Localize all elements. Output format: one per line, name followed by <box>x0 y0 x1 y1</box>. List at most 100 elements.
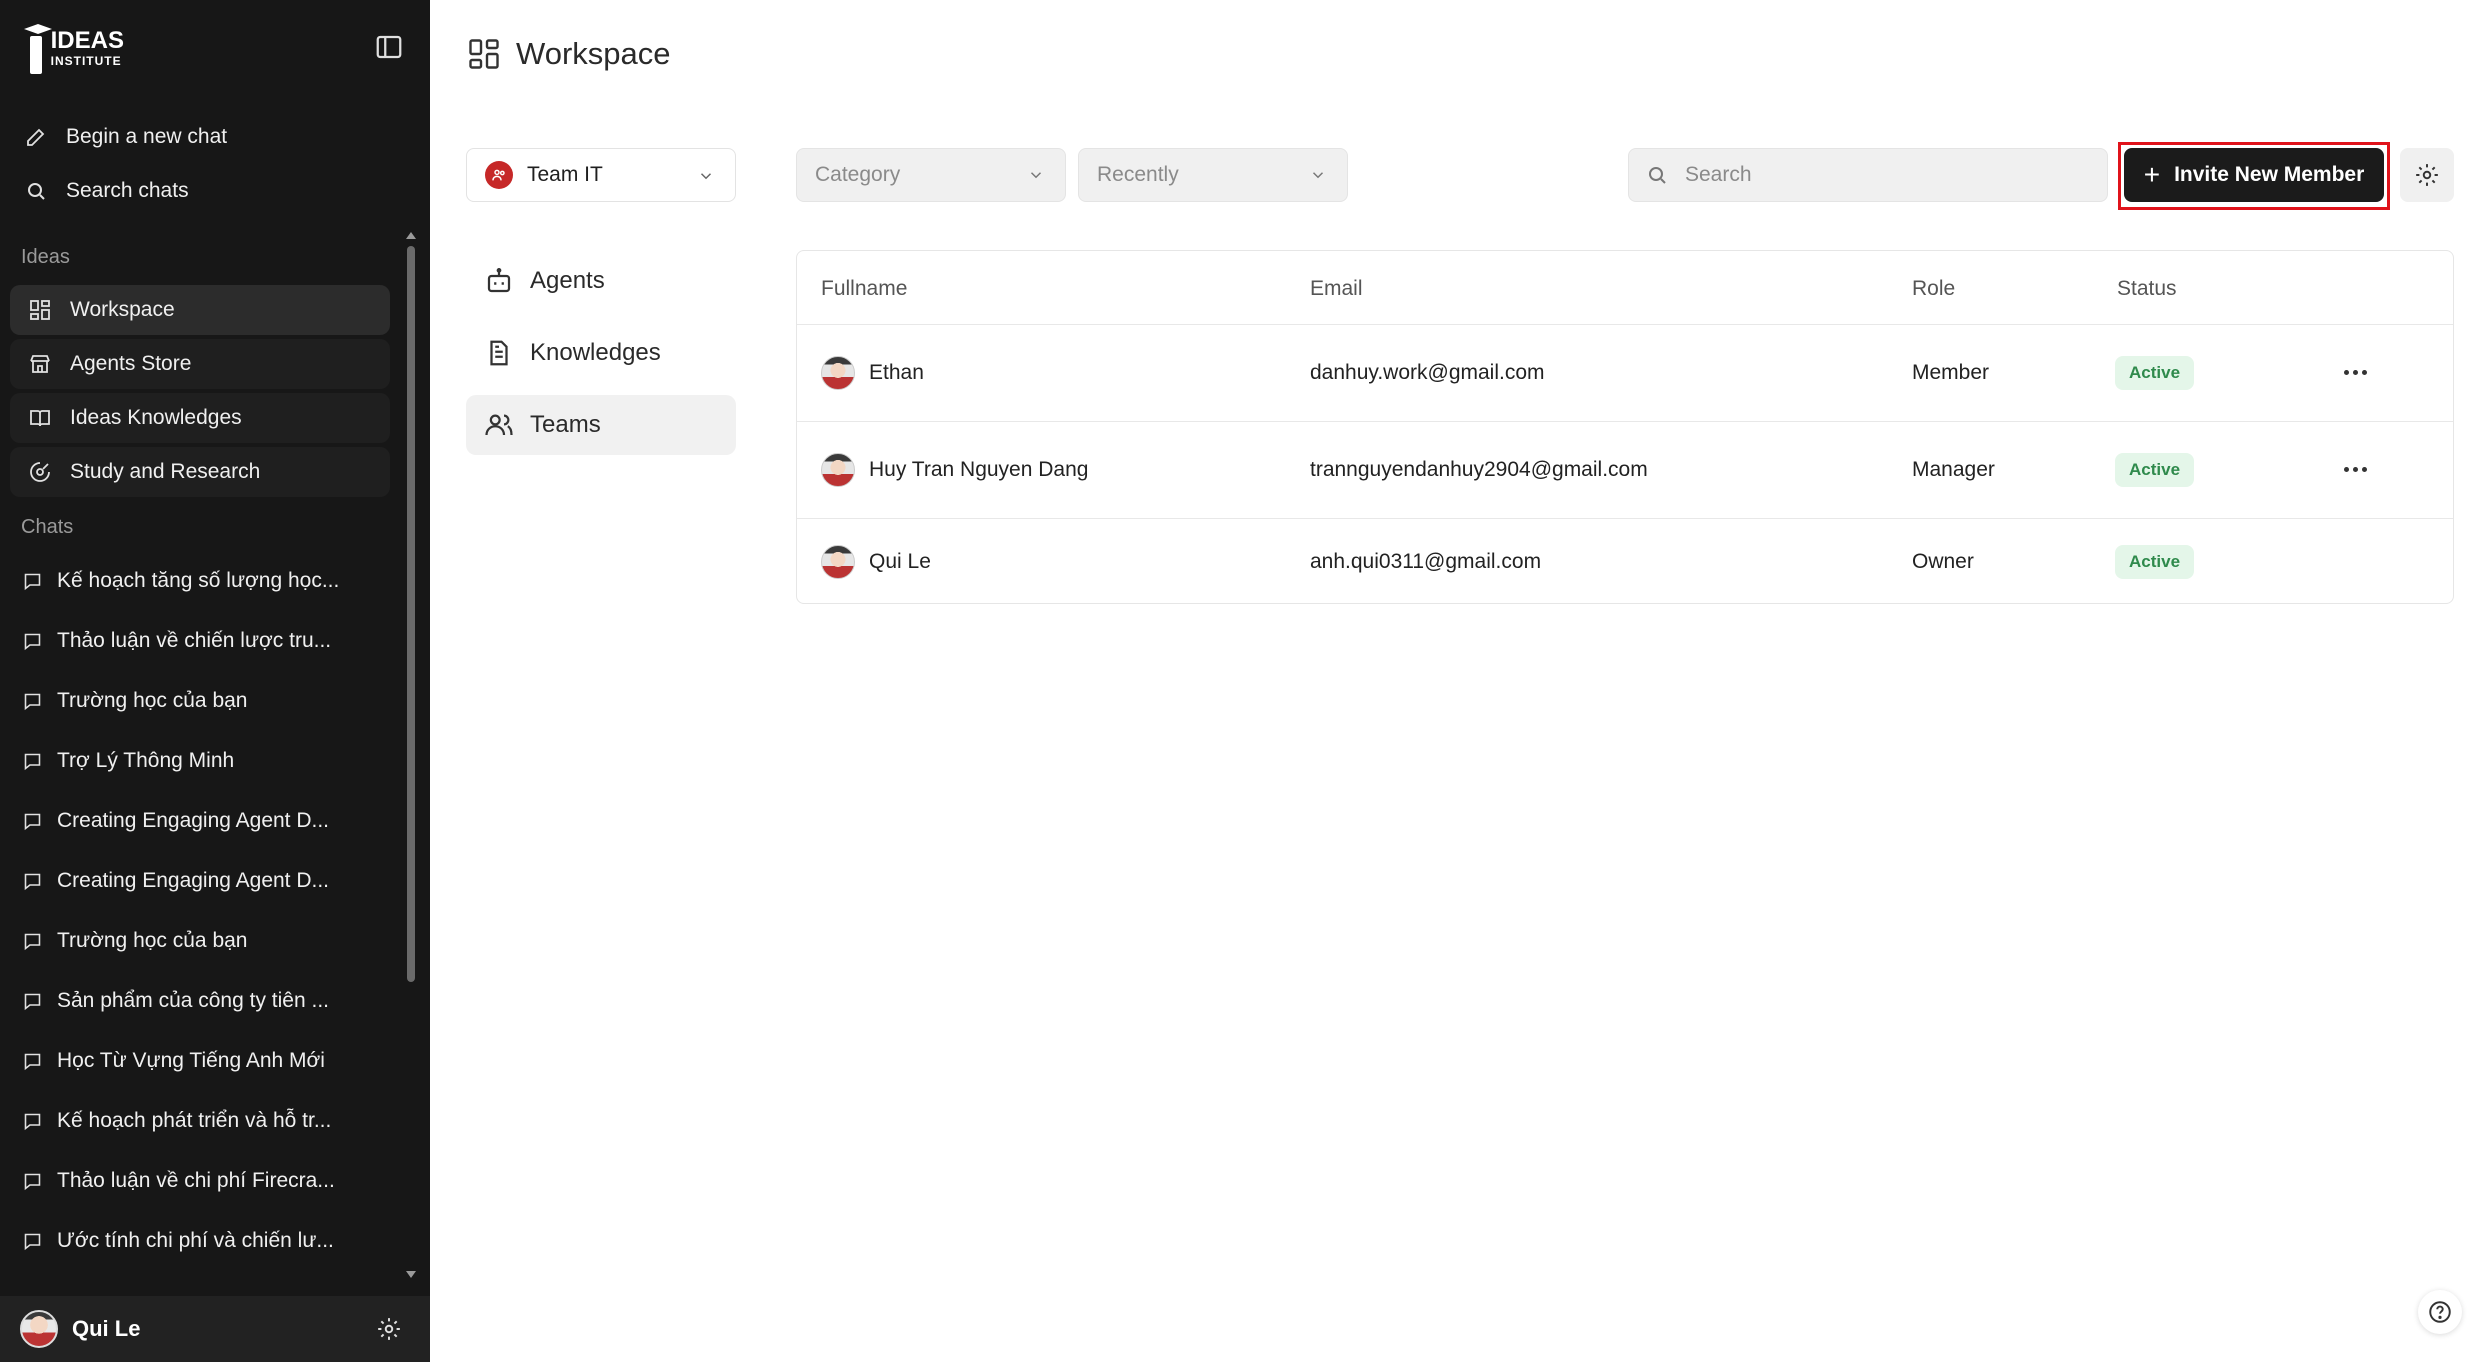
column-header-fullname: Fullname <box>821 277 908 300</box>
sidebar-item-ideas-knowledges[interactable]: Ideas Knowledges <box>10 393 390 443</box>
chat-title: Thảo luận về chiến lược tru... <box>57 629 332 652</box>
page-title: Workspace <box>516 36 671 71</box>
gear-icon <box>2416 164 2438 186</box>
store-icon <box>30 355 50 373</box>
grid-icon <box>30 300 50 320</box>
avatar <box>821 452 855 487</box>
member-role: Manager <box>1912 457 1995 481</box>
search-chats-label: Search chats <box>66 179 189 202</box>
chat-list-item[interactable]: Sản phẩm của công ty tiên ... <box>22 981 342 1021</box>
help-button[interactable] <box>2418 1290 2462 1334</box>
member-email: trannguyendanhuy2904@gmail.com <box>1310 457 1648 481</box>
settings-button[interactable] <box>2400 148 2454 202</box>
sidebar-toggle-icon[interactable] <box>374 32 406 64</box>
chat-title: Học Từ Vựng Tiếng Anh Mới <box>57 1049 325 1072</box>
user-profile-bar[interactable]: Qui Le <box>0 1296 430 1362</box>
table-row[interactable]: Qui Le anh.qui0311@gmail.com Owner Activ… <box>797 518 2453 604</box>
new-chat-button[interactable]: Begin a new chat <box>24 117 227 157</box>
sidebar-item-study-and-research[interactable]: Study and Research <box>10 447 390 497</box>
chat-title: Trường học của bạn <box>57 689 248 712</box>
search-input[interactable] <box>1685 163 2065 187</box>
sidebar-item-label: Workspace <box>70 298 175 321</box>
logo-line2: INSTITUTE <box>50 54 122 68</box>
chat-list-item[interactable]: Creating Engaging Agent D... <box>22 801 342 841</box>
sidebar-scrollbar[interactable] <box>405 230 417 1280</box>
status-badge: Active <box>2115 544 2195 579</box>
scroll-down-icon[interactable] <box>406 1271 416 1278</box>
chat-bubble-icon <box>24 873 41 890</box>
chat-list-item[interactable]: Kế hoạch tăng số lượng học... <box>22 561 342 601</box>
chat-list-item[interactable]: Creating Engaging Agent D... <box>22 861 342 901</box>
status-badge: Active <box>2115 355 2195 390</box>
column-header-email: Email <box>1310 277 1363 300</box>
search-chats-button[interactable]: Search chats <box>24 171 189 211</box>
more-options-icon[interactable] <box>2337 361 2373 385</box>
chat-title: Creating Engaging Agent D... <box>57 869 330 892</box>
chat-title: Kế hoạch phát triển và hỗ tr... <box>57 1109 332 1132</box>
chat-bubble-icon <box>24 573 41 590</box>
pencil-icon <box>27 128 45 146</box>
chat-title: Ước tính chi phí và chiến lư... <box>57 1229 334 1252</box>
member-email: danhuy.work@gmail.com <box>1310 360 1545 384</box>
more-options-icon[interactable] <box>2337 458 2373 482</box>
tab-label: Knowledges <box>530 339 661 366</box>
chat-list-item[interactable]: Thảo luận về chi phí Firecra... <box>22 1161 342 1201</box>
chat-bubble-icon <box>24 633 41 650</box>
page-header: Workspace <box>466 36 671 72</box>
chat-bubble-icon <box>24 813 41 830</box>
tab-agents[interactable]: Agents <box>466 251 736 311</box>
invite-button-label: Invite New Member <box>2174 163 2365 186</box>
chat-list-item[interactable]: Thảo luận về chiến lược tru... <box>22 621 342 661</box>
search-field[interactable] <box>1628 148 2108 202</box>
table-row[interactable]: Huy Tran Nguyen Dang trannguyendanhuy290… <box>797 421 2453 517</box>
tab-label: Teams <box>530 411 601 438</box>
chat-title: Trường học của bạn <box>57 929 248 952</box>
member-email: anh.qui0311@gmail.com <box>1310 549 1542 573</box>
chat-bubble-icon <box>24 753 41 770</box>
chat-title: Thảo luận về chi phí Firecra... <box>57 1169 335 1192</box>
team-select[interactable]: Team IT <box>466 148 736 202</box>
scroll-up-icon[interactable] <box>406 232 416 239</box>
sort-filter[interactable]: Recently <box>1078 148 1348 202</box>
gear-icon[interactable] <box>376 1316 402 1342</box>
invite-new-member-button[interactable]: + Invite New Member <box>2124 148 2384 202</box>
search-icon <box>1649 167 1666 184</box>
help-icon <box>2429 1301 2451 1323</box>
tab-label: Agents <box>530 267 605 294</box>
ideas-section-label: Ideas <box>21 246 70 268</box>
chat-bubble-icon <box>24 1053 41 1070</box>
grid-icon <box>469 39 499 69</box>
sort-filter-value: Recently <box>1097 163 1179 186</box>
tab-knowledges[interactable]: Knowledges <box>466 323 736 383</box>
scrollbar-thumb[interactable] <box>407 246 415 982</box>
chat-title: Trợ Lý Thông Minh <box>57 749 235 772</box>
chevron-down-icon <box>1312 172 1324 179</box>
member-name: Qui Le <box>869 549 931 573</box>
chat-bubble-icon <box>24 1113 41 1130</box>
chat-list-item[interactable]: Kế hoạch phát triển và hỗ tr... <box>22 1101 342 1141</box>
chat-list-item[interactable]: Trường học của bạn <box>22 681 342 721</box>
member-name: Ethan <box>869 360 924 384</box>
robot-icon <box>487 268 511 293</box>
category-filter[interactable]: Category <box>796 148 1066 202</box>
chat-list-item[interactable]: Học Từ Vựng Tiếng Anh Mới <box>22 1041 342 1081</box>
users-icon <box>485 414 513 436</box>
sidebar-item-label: Study and Research <box>70 460 261 483</box>
ideas-institute-logo[interactable]: IDEAS INSTITUTE <box>24 20 124 76</box>
logo-mark-icon <box>24 22 52 74</box>
sidebar-item-workspace[interactable]: Workspace <box>10 285 390 335</box>
plus-icon: + <box>2143 159 2161 190</box>
sidebar: IDEAS INSTITUTE Begin a new chat Search … <box>0 0 430 1362</box>
chat-list-item[interactable]: Trợ Lý Thông Minh <box>22 741 342 781</box>
chat-list-item[interactable]: Trường học của bạn <box>22 921 342 961</box>
sidebar-item-agents-store[interactable]: Agents Store <box>10 339 390 389</box>
user-name: Qui Le <box>72 1316 141 1341</box>
team-select-value: Team IT <box>527 163 603 186</box>
chevron-down-icon <box>700 173 712 180</box>
chat-bubble-icon <box>24 693 41 710</box>
chat-bubble-icon <box>24 993 41 1010</box>
table-row[interactable]: Ethan danhuy.work@gmail.com Member Activ… <box>797 324 2453 420</box>
chat-list-item[interactable]: Ước tính chi phí và chiến lư... <box>22 1221 342 1261</box>
tab-teams[interactable]: Teams <box>466 395 736 455</box>
search-icon <box>28 183 45 200</box>
